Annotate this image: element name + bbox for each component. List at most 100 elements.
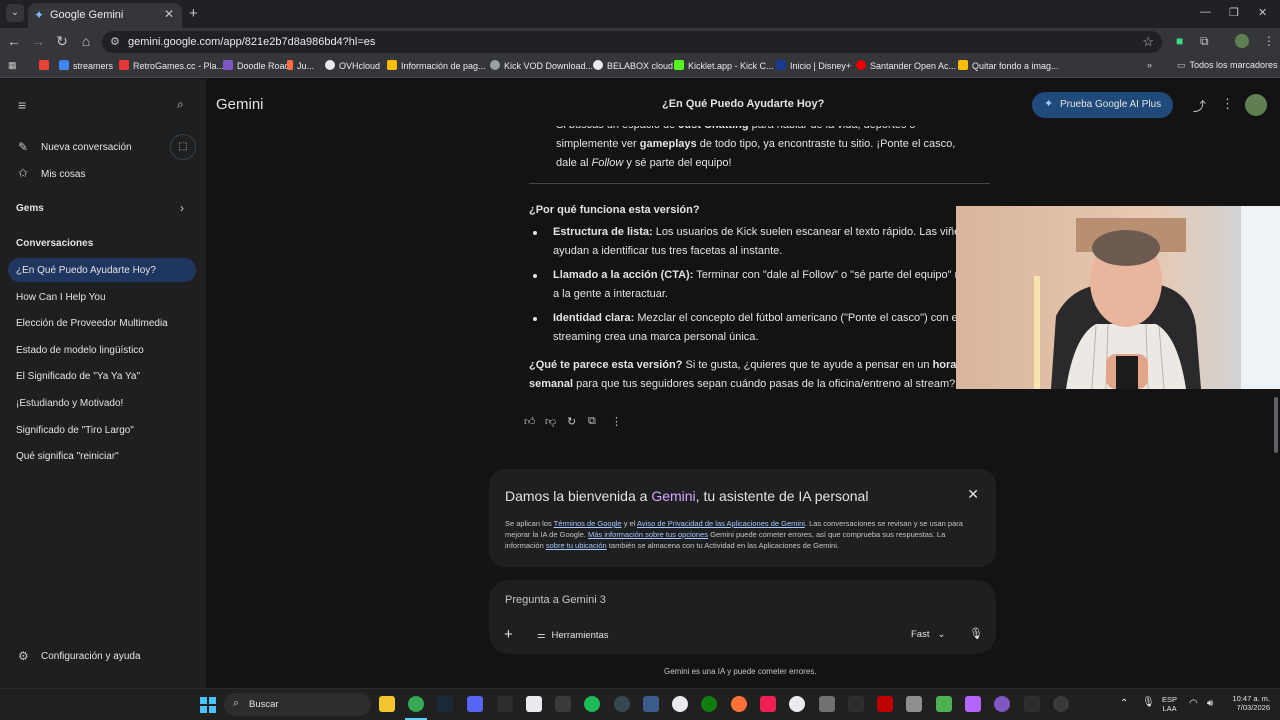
maximize-button[interactable]: ❐ (1229, 6, 1239, 19)
app-icon[interactable] (497, 696, 513, 712)
terms-link[interactable]: Términos de Google (554, 519, 622, 528)
bookmark-star-icon[interactable]: ☆ (1142, 34, 1154, 50)
conversation-item[interactable]: ¡Estudiando y Motivado! (16, 398, 123, 409)
chevron-right-icon[interactable]: › (180, 201, 184, 215)
scrollbar-thumb[interactable] (1274, 397, 1278, 453)
back-button[interactable]: ← (5, 33, 23, 49)
share-icon[interactable]: ⤴ (1193, 96, 1206, 115)
profile-avatar[interactable] (1235, 34, 1249, 48)
app-icon[interactable] (819, 696, 835, 712)
taskbar-search[interactable]: ⌕ Buscar (224, 693, 371, 716)
volume-icon[interactable]: 🔊︎ (1207, 698, 1213, 709)
bookmark-item[interactable]: Ju... (287, 60, 314, 71)
file-explorer-icon[interactable] (379, 696, 395, 712)
temporary-chat-icon[interactable]: ⬚ (170, 134, 196, 160)
discord-icon[interactable] (467, 696, 483, 712)
bookmark-item[interactable]: Santander Open Ac... (856, 60, 956, 71)
bookmark-item[interactable]: RetroGames.cc - Pla... (119, 60, 224, 71)
app-icon[interactable] (789, 696, 805, 712)
prompt-box[interactable]: Pregunta a Gemini 3 + ⚌ Herramientas Fast… (489, 580, 996, 654)
reload-button[interactable]: ↻ (53, 33, 71, 50)
site-info-icon[interactable]: ⚙ (110, 35, 120, 48)
conversation-item[interactable]: Estado de modelo lingüístico (16, 345, 144, 356)
4k-app-icon[interactable] (614, 696, 630, 712)
all-bookmarks-folder[interactable]: ▭ Todos los marcadores (1177, 60, 1278, 71)
firefox-icon[interactable] (731, 696, 747, 712)
privacy-link[interactable]: Aviso de Privacidad de las Aplicaciones … (637, 519, 805, 528)
app-icon[interactable] (643, 696, 659, 712)
capcut-icon[interactable] (526, 696, 542, 712)
tray-overflow-chevron-icon[interactable]: ⌃ (1120, 698, 1128, 709)
window-close-button[interactable]: ✕ (1258, 6, 1267, 19)
upgrade-button[interactable]: ✦ Prueba Google AI Plus (1032, 92, 1173, 118)
hamburger-menu-icon[interactable]: ≡ (18, 97, 26, 113)
apps-grid-icon[interactable]: ▦ (8, 60, 17, 71)
app-icon[interactable] (1024, 696, 1040, 712)
steam-icon[interactable] (437, 696, 453, 712)
app-icon[interactable] (965, 696, 981, 712)
address-bar[interactable]: ⚙ gemini.google.com/app/821e2b7d8a986bd4… (102, 31, 1162, 53)
model-mode-select[interactable]: Fast ⌄ (911, 629, 945, 640)
location-link[interactable]: sobre tu ubicación (546, 541, 607, 550)
minimize-button[interactable]: — (1200, 6, 1211, 18)
conversation-item[interactable]: How Can I Help You (16, 292, 106, 303)
chat-title[interactable]: ¿En Qué Puedo Ayudarte Hoy? (662, 98, 824, 110)
bookmark-item[interactable]: Doodle Road (223, 60, 290, 71)
app-icon[interactable] (994, 696, 1010, 712)
bookmark-item[interactable]: Información de pag... (387, 60, 486, 71)
windows-start-icon[interactable] (200, 697, 216, 713)
close-icon[interactable]: ✕ (967, 486, 979, 503)
gmail-bookmark-icon[interactable] (39, 60, 53, 71)
new-chat-button[interactable]: Nueva conversación (41, 142, 132, 153)
xbox-icon[interactable] (701, 696, 717, 712)
conversation-item[interactable]: ¿En Qué Puedo Ayudarte Hoy? (16, 265, 156, 276)
obs-icon[interactable] (1053, 696, 1069, 712)
microphone-tray-icon[interactable]: 🎙︎ (1142, 697, 1155, 708)
epic-games-icon[interactable] (555, 696, 571, 712)
gems-heading[interactable]: Gems (16, 203, 44, 214)
tab-search-button[interactable]: ⌄ (6, 4, 24, 22)
conversation-item[interactable]: Qué significa "reiniciar" (16, 451, 119, 462)
more-bookmarks-chevron-icon[interactable]: » (1147, 60, 1152, 70)
app-icon[interactable] (906, 696, 922, 712)
wifi-icon[interactable]: ◠ (1189, 698, 1198, 709)
add-attachment-icon[interactable]: + (504, 626, 513, 643)
clock[interactable]: 10:47 a. m. 7/03/2026 (1226, 694, 1270, 712)
filezilla-icon[interactable] (877, 696, 893, 712)
options-link[interactable]: Más información sobre tus opciones (588, 530, 708, 539)
extensions-puzzle-icon[interactable]: ⧉ (1200, 34, 1209, 49)
bookmark-item[interactable]: BELABOX cloud (593, 60, 673, 71)
more-vert-icon[interactable]: ⋮ (611, 415, 622, 428)
conversation-item[interactable]: El Significado de "Ya Ya Ya" (16, 371, 140, 382)
prompt-input[interactable]: Pregunta a Gemini 3 (505, 594, 606, 606)
extension-icon[interactable]: ■ (1176, 34, 1183, 48)
bookmark-item[interactable]: Kicklet.app - Kick C... (674, 60, 774, 71)
bookmark-item[interactable]: streamers (59, 60, 113, 71)
bookmark-item[interactable]: Kick VOD Download... (490, 60, 593, 71)
conversation-item[interactable]: Significado de "Tiro Largo" (16, 425, 134, 436)
app-icon[interactable] (672, 696, 688, 712)
thumbs-down-icon[interactable]: 👎︎ (545, 415, 556, 428)
browser-tab[interactable]: ✦ Google Gemini ✕ (28, 3, 182, 28)
bookmark-item[interactable]: Quitar fondo a imag... (958, 60, 1059, 71)
microphone-icon[interactable]: 🎙︎ (969, 627, 983, 640)
bookmark-item[interactable]: OVHcloud (325, 60, 380, 71)
app-icon[interactable] (848, 696, 864, 712)
thumbs-up-icon[interactable]: 👍︎ (524, 415, 536, 428)
conversation-item[interactable]: Elección de Proveedor Multimedia (16, 318, 168, 329)
more-options-icon[interactable]: ⋮ (1221, 96, 1234, 112)
chrome-icon[interactable] (408, 696, 424, 712)
my-stuff-button[interactable]: Mis cosas (41, 169, 85, 180)
app-icon[interactable] (936, 696, 952, 712)
tools-button[interactable]: ⚌ Herramientas (537, 630, 609, 641)
spotify-icon[interactable] (584, 696, 600, 712)
forward-button[interactable]: → (29, 33, 47, 49)
tab-close-icon[interactable]: ✕ (164, 7, 174, 21)
search-icon[interactable]: ⌕ (177, 97, 184, 112)
tiktok-icon[interactable] (760, 696, 776, 712)
home-button[interactable]: ⌂ (77, 33, 95, 49)
chrome-menu-icon[interactable]: ⋮ (1263, 34, 1275, 48)
input-language[interactable]: ESP LAA (1162, 695, 1177, 713)
settings-help-button[interactable]: Configuración y ayuda (41, 651, 141, 662)
copy-icon[interactable]: ⧉ (588, 415, 596, 428)
